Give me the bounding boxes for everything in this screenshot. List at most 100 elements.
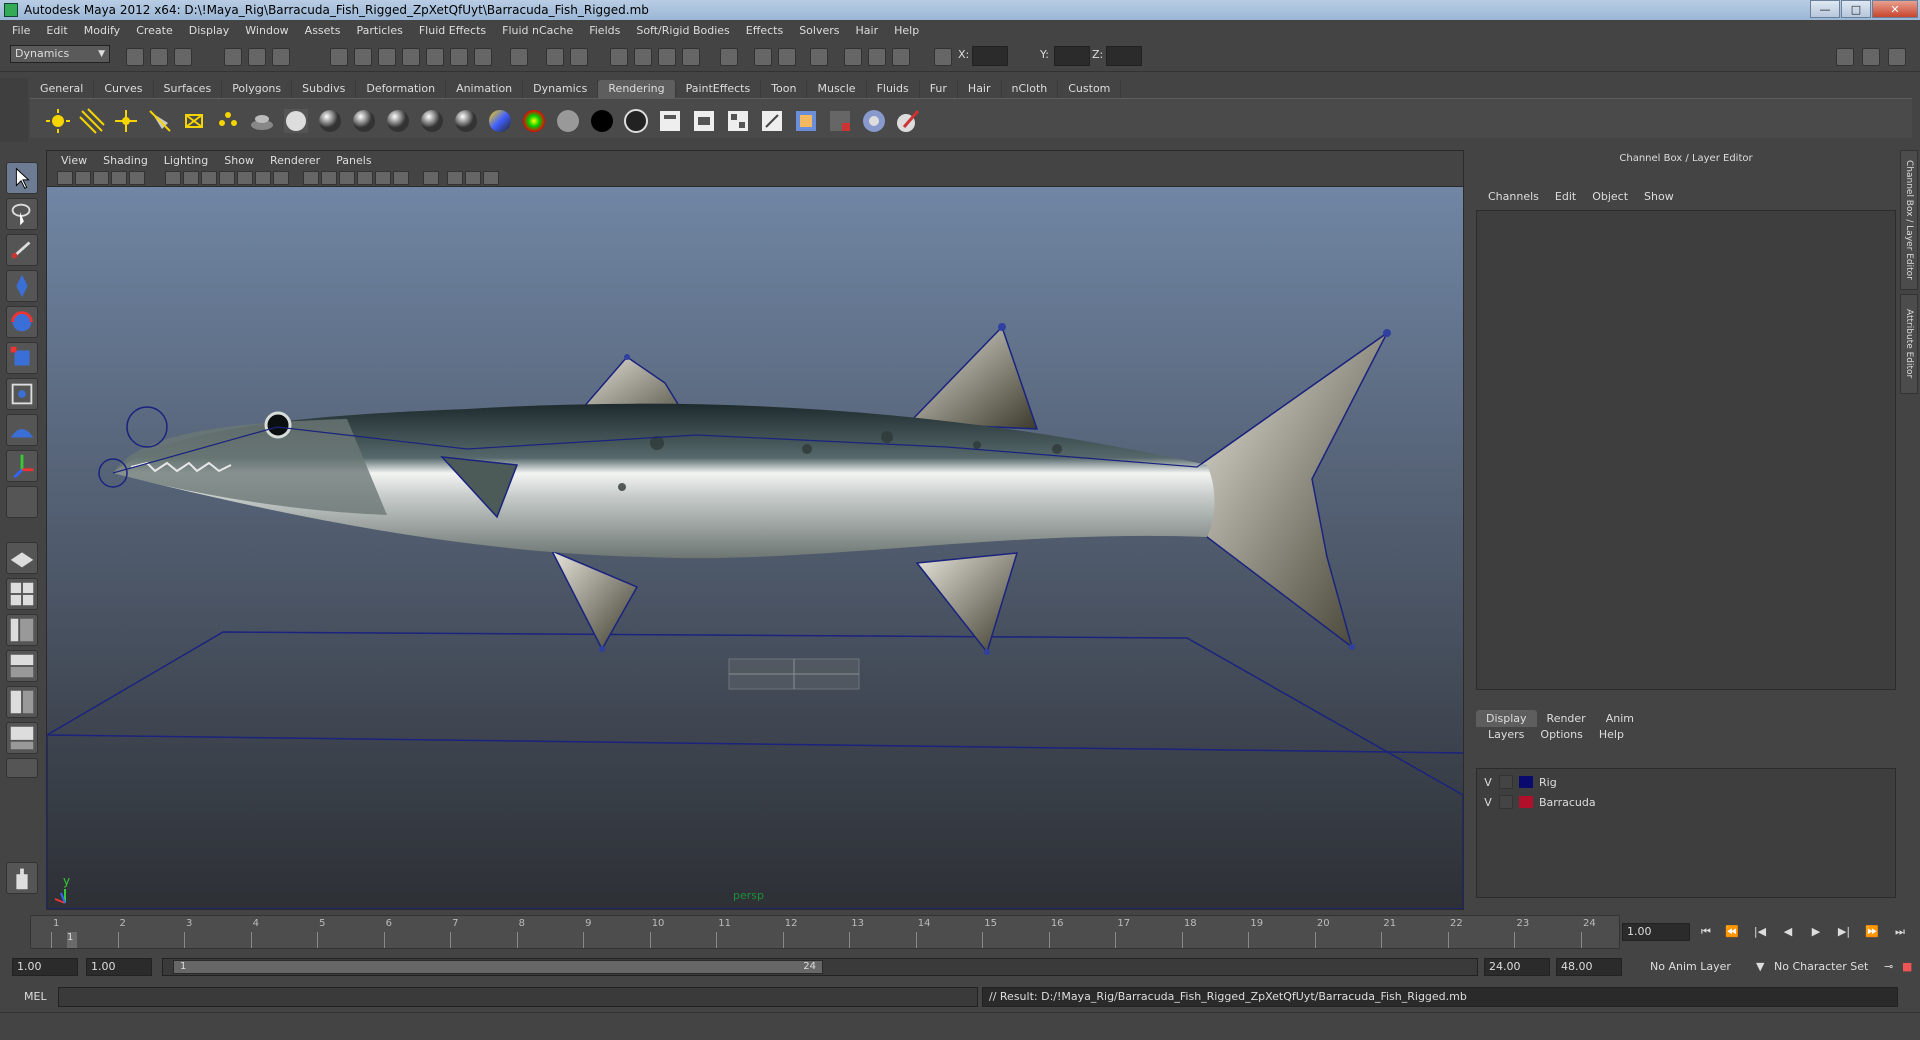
ibl-icon[interactable] [248, 107, 276, 135]
minimize-button[interactable]: — [1810, 0, 1840, 18]
viewport-menu-view[interactable]: View [53, 154, 95, 167]
mental-ray-icon[interactable] [860, 107, 888, 135]
preferences-icon[interactable]: ■ [1902, 960, 1912, 973]
end-time-field[interactable]: 48.00 [1556, 958, 1622, 976]
close-button[interactable]: ✕ [1872, 0, 1918, 18]
range-slider-bar[interactable]: 1 24 [162, 958, 1478, 976]
shelf-side-handle[interactable] [0, 78, 28, 142]
safe-title-icon[interactable] [273, 171, 289, 185]
layout-single-perspective[interactable] [6, 542, 38, 574]
go-to-start-button[interactable]: ⏮ [1696, 925, 1716, 941]
lasso-tool[interactable] [6, 198, 38, 230]
bookmark-icon[interactable] [93, 171, 109, 185]
phong-icon[interactable] [384, 107, 412, 135]
point-light-icon[interactable] [112, 107, 140, 135]
viewport-menu-lighting[interactable]: Lighting [156, 154, 216, 167]
go-to-end-button[interactable]: ⏭ [1890, 925, 1910, 941]
hypershade-icon[interactable] [656, 107, 684, 135]
shelf-tab-ncloth[interactable]: nCloth [1002, 80, 1059, 98]
shelf-tab-polygons[interactable]: Polygons [222, 80, 293, 98]
open-scene-icon[interactable] [150, 48, 168, 66]
anim-layer-select[interactable]: No Anim Layer [1650, 960, 1731, 973]
menu-help[interactable]: Help [886, 24, 927, 37]
channel-box-icon[interactable] [810, 48, 828, 66]
layer-type-toggle[interactable] [1499, 795, 1513, 809]
wireframe-on-shaded-icon[interactable] [339, 171, 355, 185]
layer-visibility-toggle[interactable]: V [1477, 796, 1499, 809]
layer-tab-anim[interactable]: Anim [1596, 710, 1644, 727]
camera-select-icon[interactable] [57, 171, 73, 185]
new-scene-icon[interactable] [126, 48, 144, 66]
layout-more[interactable] [6, 758, 38, 778]
play-forwards-button[interactable]: ▶ [1806, 925, 1826, 941]
layer-color-swatch[interactable] [1519, 776, 1533, 788]
show-hypershade-icon[interactable] [682, 48, 700, 66]
sphere-material-icon[interactable] [282, 107, 310, 135]
paint-select-tool[interactable] [6, 234, 38, 266]
step-back-key-button[interactable]: |◀ [1750, 925, 1770, 941]
shelf-tab-general[interactable]: General [30, 80, 95, 98]
snap-grid-icon[interactable] [330, 48, 348, 66]
channel-box-area[interactable] [1476, 210, 1896, 690]
xray-joints-icon[interactable] [465, 171, 481, 185]
side-tab-channel-box[interactable]: Channel Box / Layer Editor [1900, 150, 1918, 290]
shadows-icon[interactable] [393, 171, 409, 185]
image-plane-icon[interactable] [111, 171, 127, 185]
isolate-select-icon[interactable] [423, 171, 439, 185]
channel-menu-show[interactable]: Show [1636, 190, 1682, 203]
anisotropic-icon[interactable] [452, 107, 480, 135]
render-settings-icon[interactable] [658, 48, 676, 66]
layer-color-swatch[interactable] [1519, 796, 1533, 808]
universal-manipulator-tool[interactable] [6, 378, 38, 410]
side-tab-attribute-editor[interactable]: Attribute Editor [1900, 294, 1918, 394]
menu-set-select[interactable]: Dynamics ▼ [10, 45, 110, 63]
play-backwards-button[interactable]: ◀ [1778, 925, 1798, 941]
hand-tool[interactable] [6, 862, 38, 894]
shelf-tab-toon[interactable]: Toon [761, 80, 808, 98]
x-field[interactable] [972, 46, 1008, 66]
viewport-canvas[interactable]: y persp [47, 187, 1463, 909]
time-slider-track[interactable]: 1 1 2 3 4 5 6 7 8 9 10 11 12 13 14 15 16 17 18 19 20 21 22 23 2… [30, 915, 1620, 949]
save-scene-icon[interactable] [174, 48, 192, 66]
shelf-tab-painteffects[interactable]: PaintEffects [676, 80, 762, 98]
shelf-tab-custom[interactable]: Custom [1058, 80, 1122, 98]
menu-window[interactable]: Window [237, 24, 296, 37]
shelf-tab-fur[interactable]: Fur [920, 80, 958, 98]
channel-menu-edit[interactable]: Edit [1547, 190, 1584, 203]
shelf-tab-rendering[interactable]: Rendering [598, 80, 676, 98]
attribute-editor-icon[interactable] [844, 48, 862, 66]
layout-persp-trax[interactable] [6, 722, 38, 754]
scale-tool[interactable] [6, 342, 38, 374]
history-icon[interactable] [450, 48, 468, 66]
render-region-icon[interactable] [754, 48, 772, 66]
safe-action-icon[interactable] [255, 171, 271, 185]
z-field[interactable] [1106, 46, 1142, 66]
shelf-tab-animation[interactable]: Animation [446, 80, 524, 98]
playback-end-field[interactable]: 24.00 [1484, 958, 1550, 976]
viewport-menu-show[interactable]: Show [216, 154, 262, 167]
render-settings-icon[interactable] [724, 107, 752, 135]
menu-create[interactable]: Create [128, 24, 181, 37]
menu-edit[interactable]: Edit [38, 24, 75, 37]
two-d-pan-icon[interactable] [129, 171, 145, 185]
ramp-shader-icon[interactable] [486, 107, 514, 135]
snap-view-plane-icon[interactable] [402, 48, 420, 66]
last-tool-used[interactable] [6, 486, 38, 518]
layer-menu-options[interactable]: Options [1532, 728, 1590, 741]
render-view-icon[interactable] [690, 107, 718, 135]
directional-light-icon[interactable] [78, 107, 106, 135]
menu-fields[interactable]: Fields [581, 24, 628, 37]
shading-map-icon[interactable] [622, 107, 650, 135]
soft-modification-tool[interactable] [6, 414, 38, 446]
layer-type-toggle[interactable] [1499, 775, 1513, 789]
step-back-frame-button[interactable]: ⏪ [1722, 925, 1742, 941]
layer-tab-display[interactable]: Display [1476, 710, 1537, 727]
phonge-icon[interactable] [418, 107, 446, 135]
render-view-icon[interactable] [720, 48, 738, 66]
render-frame-icon[interactable] [610, 48, 628, 66]
shelf-tab-dynamics[interactable]: Dynamics [523, 80, 599, 98]
character-set-select[interactable]: No Character Set [1774, 960, 1868, 973]
menu-solvers[interactable]: Solvers [791, 24, 847, 37]
help-icon[interactable] [510, 48, 528, 66]
select-tool[interactable] [6, 162, 38, 194]
